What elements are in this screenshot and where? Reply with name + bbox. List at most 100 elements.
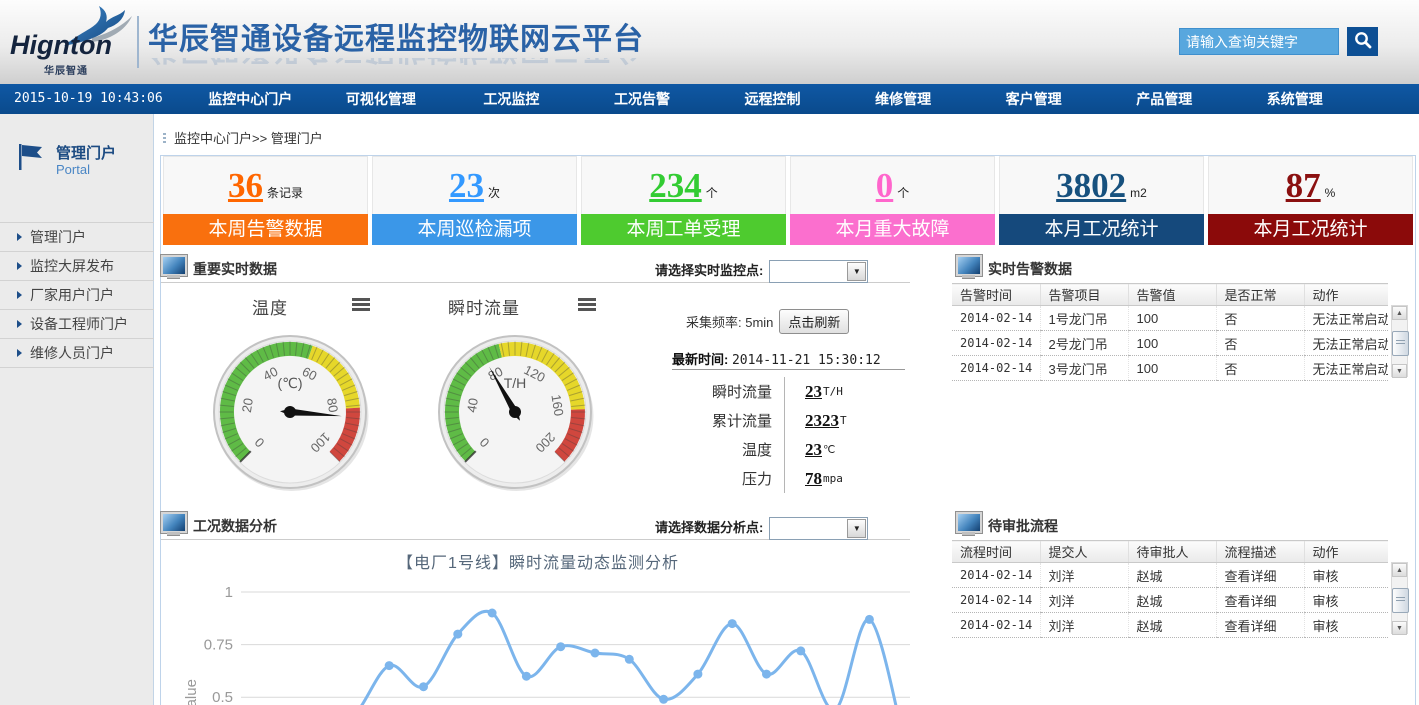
stat-value[interactable]: 87: [1286, 168, 1321, 203]
reading-name: 累计流量: [672, 410, 772, 431]
col-flow-time: 流程时间: [952, 541, 1040, 563]
breadcrumb: 监控中心门户>> 管理门户: [163, 128, 323, 147]
chart-menu-icon[interactable]: [578, 298, 596, 301]
cell-submitter: 刘洋: [1040, 588, 1128, 613]
cell-alarm-time: 2014-02-14: [952, 356, 1040, 381]
nav-item-customer-management[interactable]: 客户管理: [968, 84, 1099, 114]
sidebar-item-label: 厂家用户门户: [30, 287, 114, 303]
readings-divider: [672, 369, 905, 370]
sidebar-item-factory-user-portal[interactable]: 厂家用户门户: [0, 281, 154, 310]
analysis-point-select-label: 请选择数据分析点:: [655, 520, 763, 535]
nav-item-system-management[interactable]: 系统管理: [1230, 84, 1361, 114]
reading-unit: T: [840, 414, 847, 427]
monitor-icon: [161, 512, 187, 533]
nav-item-condition-monitoring[interactable]: 工况监控: [446, 84, 577, 114]
search-button[interactable]: [1347, 27, 1378, 56]
portal-subtitle: Portal: [56, 162, 90, 177]
scroll-up-icon[interactable]: ▲: [1392, 306, 1407, 320]
stat-value[interactable]: 23: [449, 168, 484, 203]
reading-value[interactable]: 2323: [805, 411, 839, 431]
scroll-down-icon[interactable]: ▼: [1392, 364, 1407, 378]
approval-panel-header: 待审批流程: [950, 512, 1414, 539]
analysis-point-select-row: 请选择数据分析点: ▼: [655, 517, 868, 540]
cell-flow-desc[interactable]: 查看详细: [1216, 613, 1304, 638]
monitor-icon: [956, 255, 982, 276]
cell-alarm-action[interactable]: 无法正常启动: [1304, 306, 1388, 331]
reading-unit: T/H: [823, 385, 843, 398]
nav-item-visual-management[interactable]: 可视化管理: [316, 84, 447, 114]
table-row: 2014-02-14 刘洋 赵城 查看详细 审核: [952, 588, 1388, 613]
col-flow-action: 动作: [1304, 541, 1388, 563]
sidebar-item-equipment-engineer-portal[interactable]: 设备工程师门户: [0, 310, 154, 339]
sidebar-item-maintenance-staff-portal[interactable]: 维修人员门户: [0, 339, 154, 368]
reading-row-temperature: 温度 23 ℃: [672, 435, 905, 464]
col-alarm-action: 动作: [1304, 284, 1388, 306]
stat-unit: 个: [706, 184, 718, 201]
approval-table-header: 流程时间 提交人 待审批人 流程描述 动作: [952, 541, 1388, 563]
scroll-up-icon[interactable]: ▲: [1392, 563, 1407, 577]
scroll-thumb[interactable]: [1392, 331, 1409, 356]
cell-alarm-action[interactable]: 无法正常启动: [1304, 356, 1388, 381]
cell-alarm-normal: 否: [1216, 331, 1304, 356]
monitor-point-select[interactable]: ▼: [769, 260, 868, 283]
reading-row-instant-flow: 瞬时流量 23 T/H: [672, 377, 905, 406]
col-alarm-normal: 是否正常: [1216, 284, 1304, 306]
stat-value[interactable]: 36: [228, 168, 263, 203]
cell-alarm-time: 2014-02-14: [952, 306, 1040, 331]
reading-value[interactable]: 78: [805, 469, 822, 489]
scroll-thumb[interactable]: [1392, 588, 1409, 613]
stat-unit: 个: [897, 184, 909, 201]
realtime-panel-title: 重要实时数据: [193, 259, 277, 279]
cell-alarm-item: 3号龙门吊: [1040, 356, 1128, 381]
monitor-point-select-label: 请选择实时监控点:: [655, 263, 763, 278]
sidebar-menu: 管理门户 监控大屏发布 厂家用户门户 设备工程师门户 维修人员门户: [0, 222, 154, 368]
svg-text:0.75: 0.75: [204, 637, 233, 654]
reading-value[interactable]: 23: [805, 382, 822, 402]
analysis-point-select[interactable]: ▼: [769, 517, 868, 540]
chevron-down-icon: ▼: [847, 519, 866, 538]
refresh-button[interactable]: 点击刷新: [779, 309, 849, 334]
approval-table-scrollbar[interactable]: ▲ ▼: [1391, 562, 1408, 634]
stat-card-weekly-alarms: 36条记录 本周告警数据: [163, 156, 368, 247]
sidebar: 管理门户 Portal 管理门户 监控大屏发布 厂家用户门户 设备工程师门户 维…: [0, 114, 154, 705]
portal-title: 管理门户: [56, 142, 116, 163]
sidebar-item-monitor-screen-publish[interactable]: 监控大屏发布: [0, 252, 154, 281]
flag-icon: [14, 142, 44, 172]
cell-alarm-value: 100: [1128, 331, 1216, 356]
cell-submitter: 刘洋: [1040, 563, 1128, 588]
logo[interactable]: Hignton 华辰智通: [10, 4, 135, 80]
cell-flow-desc[interactable]: 查看详细: [1216, 588, 1304, 613]
stat-value[interactable]: 0: [876, 168, 894, 203]
cell-flow-desc[interactable]: 查看详细: [1216, 563, 1304, 588]
search-input[interactable]: [1179, 28, 1339, 55]
chart-menu-icon[interactable]: [352, 298, 370, 301]
reading-divider: [784, 464, 785, 493]
nav-item-remote-control[interactable]: 远程控制: [707, 84, 838, 114]
scroll-down-icon[interactable]: ▼: [1392, 621, 1407, 635]
stat-value[interactable]: 234: [649, 168, 702, 203]
col-approver: 待审批人: [1128, 541, 1216, 563]
chevron-down-icon: ▼: [847, 262, 866, 281]
col-alarm-time: 告警时间: [952, 284, 1040, 306]
table-row: 2014-02-14 3号龙门吊 100 否 无法正常启动: [952, 356, 1388, 381]
nav-item-monitor-center-portal[interactable]: 监控中心门户: [185, 84, 316, 114]
table-row: 2014-02-14 1号龙门吊 100 否 无法正常启动: [952, 306, 1388, 331]
cell-alarm-action[interactable]: 无法正常启动: [1304, 331, 1388, 356]
cell-flow-action[interactable]: 审核: [1304, 613, 1388, 638]
reading-value[interactable]: 23: [805, 440, 822, 460]
nav-item-maintenance-management[interactable]: 维修管理: [838, 84, 969, 114]
alarm-panel-title: 实时告警数据: [988, 259, 1072, 279]
alarm-table-scrollbar[interactable]: ▲ ▼: [1391, 305, 1408, 377]
cell-flow-time: 2014-02-14: [952, 613, 1040, 638]
sidebar-item-admin-portal[interactable]: 管理门户: [0, 222, 154, 252]
nav-item-product-management[interactable]: 产品管理: [1099, 84, 1230, 114]
cell-flow-action[interactable]: 审核: [1304, 563, 1388, 588]
arrow-right-icon: [17, 320, 22, 328]
cell-alarm-value: 100: [1128, 306, 1216, 331]
sidebar-item-label: 监控大屏发布: [30, 258, 114, 274]
cell-approver: 赵城: [1128, 588, 1216, 613]
svg-text:value: value: [183, 679, 200, 705]
cell-flow-action[interactable]: 审核: [1304, 588, 1388, 613]
stat-value[interactable]: 3802: [1056, 168, 1126, 203]
nav-item-condition-alarm[interactable]: 工况告警: [577, 84, 708, 114]
